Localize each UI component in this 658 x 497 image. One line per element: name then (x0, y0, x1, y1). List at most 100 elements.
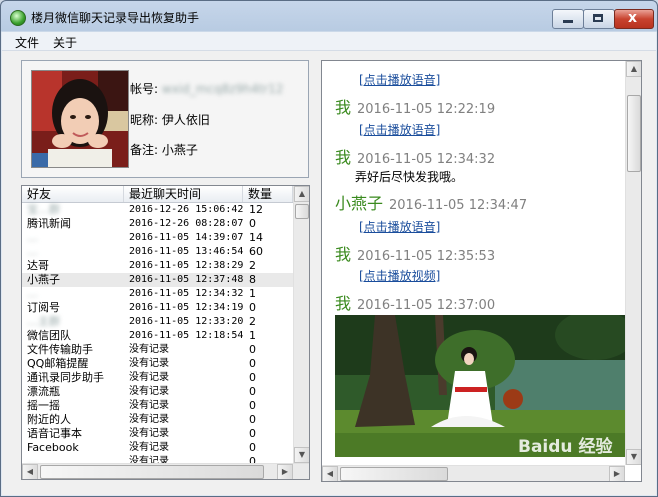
table-row[interactable]: 订阅号 2016-11-05 12:34:19 0 (22, 301, 293, 315)
friend-name: … (27, 287, 38, 300)
message-header: 小燕子 2016-11-05 12:34:47 (335, 190, 527, 214)
table-row[interactable]: 达哥 2016-11-05 12:38:29 2 (22, 259, 293, 273)
table-row[interactable]: … 2016-11-05 14:39:07 14 (22, 231, 293, 245)
close-icon: x (628, 10, 638, 26)
table-row[interactable]: 文件传输助手 没有记录 0 (22, 343, 293, 357)
message-count: 14 (249, 231, 263, 244)
scroll-thumb[interactable] (295, 204, 309, 219)
app-window: 楼月微信聊天记录导出恢复助手 x 文件 关于 帐号: wxid_mcq8z9h4… (0, 0, 658, 497)
message-count: 8 (249, 273, 256, 286)
list-vertical-scrollbar[interactable]: ▲ ▼ (293, 186, 309, 463)
friend-name: 通讯录同步助手 (27, 371, 104, 384)
play-media-link[interactable]: [点击播放语音] (359, 71, 440, 88)
column-header-friend[interactable]: 好友 (22, 186, 124, 202)
sender-name: 我 (335, 294, 352, 313)
message-count: 0 (249, 217, 256, 230)
play-media-link[interactable]: [点击播放语音] (359, 121, 440, 138)
chat-scroll-right-button[interactable]: ▶ (609, 466, 625, 481)
table-row[interactable]: 通讯录同步助手 没有记录 0 (22, 371, 293, 385)
last-chat-time: 2016-11-05 12:34:19 (129, 302, 244, 313)
friend-name: 漂流瓶 (27, 385, 60, 398)
app-logo-icon (10, 10, 26, 26)
friend-name: 附近的人 (27, 413, 71, 426)
table-row[interactable]: 漂流瓶 没有记录 0 (22, 385, 293, 399)
menu-about[interactable]: 关于 (53, 34, 77, 51)
main-panel: 帐号: wxid_mcq8z9h4tr12 昵称: 伊人依旧 备注: 小燕子 好… (2, 51, 656, 495)
friend-name: 宝…群 (27, 203, 60, 216)
nickname-row: 昵称: 伊人依旧 (130, 111, 210, 128)
menu-bar: 文件 关于 (2, 32, 656, 51)
chat-scroll-down-button[interactable]: ▼ (626, 449, 641, 465)
sender-name: 我 (335, 148, 352, 167)
friend-name: QQ邮箱提醒 (27, 357, 89, 370)
last-chat-time: 没有记录 (129, 442, 169, 453)
friend-list[interactable]: 好友 最近聊天时间 数量 宝…群 2016-12-26 15:06:42 12 腾讯新… (21, 185, 310, 480)
chat-h-scroll-thumb[interactable] (340, 467, 448, 481)
window-title: 楼月微信聊天记录导出恢复助手 (31, 11, 200, 25)
play-media-link[interactable]: [点击播放语音] (359, 218, 440, 235)
last-chat-time: 2016-11-05 13:46:54 (129, 246, 244, 257)
nickname-value: 伊人依旧 (161, 113, 210, 127)
chat-vertical-scrollbar[interactable]: ▲ ▼ (625, 61, 641, 465)
remark-label: 备注: (130, 143, 159, 157)
table-row[interactable]: 微信团队 2016-11-05 12:18:54 1 (22, 329, 293, 343)
table-row[interactable]: 宝…群 2016-12-26 15:06:42 12 (22, 203, 293, 217)
column-header-last-chat-time[interactable]: 最近聊天时间 (124, 186, 243, 202)
table-row[interactable]: … 2016-11-05 12:34:32 1 (22, 287, 293, 301)
message-count: 0 (249, 413, 256, 426)
chat-scroll-left-button[interactable]: ◀ (322, 466, 338, 481)
table-row[interactable]: 语音记事本 没有记录 0 (22, 427, 293, 441)
chat-scroll-up-button[interactable]: ▲ (626, 61, 641, 77)
minimize-button[interactable] (552, 9, 584, 29)
last-chat-time: 没有记录 (129, 414, 169, 425)
list-horizontal-scrollbar[interactable]: ◀ ▶ (22, 463, 309, 479)
h-scroll-thumb[interactable] (40, 465, 264, 479)
scroll-down-button[interactable]: ▼ (294, 447, 309, 463)
scroll-up-button[interactable]: ▲ (294, 186, 309, 202)
table-row[interactable]: 小燕子 2016-11-05 12:37:48 8 (22, 273, 293, 287)
last-chat-time: 2016-11-05 12:34:32 (129, 288, 244, 299)
chat-scroll-thumb[interactable] (627, 95, 641, 172)
table-row[interactable]: Facebook 没有记录 0 (22, 441, 293, 455)
column-header-count[interactable]: 数量 (243, 186, 293, 202)
baidu-watermark: Baidu 经验 (518, 437, 613, 457)
message-count: 0 (249, 357, 256, 370)
message-header: 我 2016-11-05 12:34:32 (335, 144, 495, 168)
remark-row: 备注: 小燕子 (130, 141, 198, 158)
maximize-icon (593, 14, 603, 22)
scroll-right-button[interactable]: ▶ (277, 464, 293, 479)
message-count: 0 (249, 427, 256, 440)
friend-name: Facebook (27, 441, 79, 454)
minimize-icon (563, 20, 573, 23)
message-time: 2016-11-05 12:34:47 (389, 198, 528, 213)
message-count: 0 (249, 399, 256, 412)
friend-name: 文件传输助手 (27, 343, 93, 356)
scroll-left-button[interactable]: ◀ (22, 464, 38, 479)
sender-name: 我 (335, 245, 352, 264)
message-count: 2 (249, 259, 256, 272)
message-time: 2016-11-05 12:22:19 (357, 102, 496, 117)
play-media-link[interactable]: [点击播放视频] (359, 267, 440, 284)
table-row[interactable]: 附近的人 没有记录 0 (22, 413, 293, 427)
maximize-button[interactable] (583, 9, 615, 29)
message-count: 60 (249, 245, 263, 258)
message-count: 0 (249, 343, 256, 356)
table-row[interactable]: 摇一摇 没有记录 0 (22, 399, 293, 413)
table-row[interactable]: 腾讯新闻 2016-12-26 08:28:07 0 (22, 217, 293, 231)
last-chat-time: 没有记录 (129, 386, 169, 397)
close-button[interactable]: x (614, 9, 654, 29)
chat-horizontal-scrollbar[interactable]: ◀ ▶ (322, 465, 625, 481)
message-count: 0 (249, 371, 256, 384)
table-row[interactable]: QQ邮箱提醒 没有记录 0 (22, 357, 293, 371)
last-chat-time: 没有记录 (129, 358, 169, 369)
table-row[interactable]: …主群 2016-11-05 12:33:20 2 (22, 315, 293, 329)
menu-file[interactable]: 文件 (15, 34, 39, 51)
message-header: 我 2016-11-05 12:22:19 (335, 94, 495, 118)
message-count: 12 (249, 203, 263, 216)
table-row[interactable]: … 2016-11-05 13:46:54 60 (22, 245, 293, 259)
message-header: 我 2016-11-05 12:37:00 (335, 290, 495, 314)
last-chat-time: 2016-12-26 15:06:42 (129, 204, 244, 215)
message-count: 2 (249, 315, 256, 328)
chat-viewer[interactable]: [点击播放语音] 我 2016-11-05 12:22:19 [点击播放语音] 我 201… (321, 60, 642, 482)
friend-name: 摇一摇 (27, 399, 60, 412)
